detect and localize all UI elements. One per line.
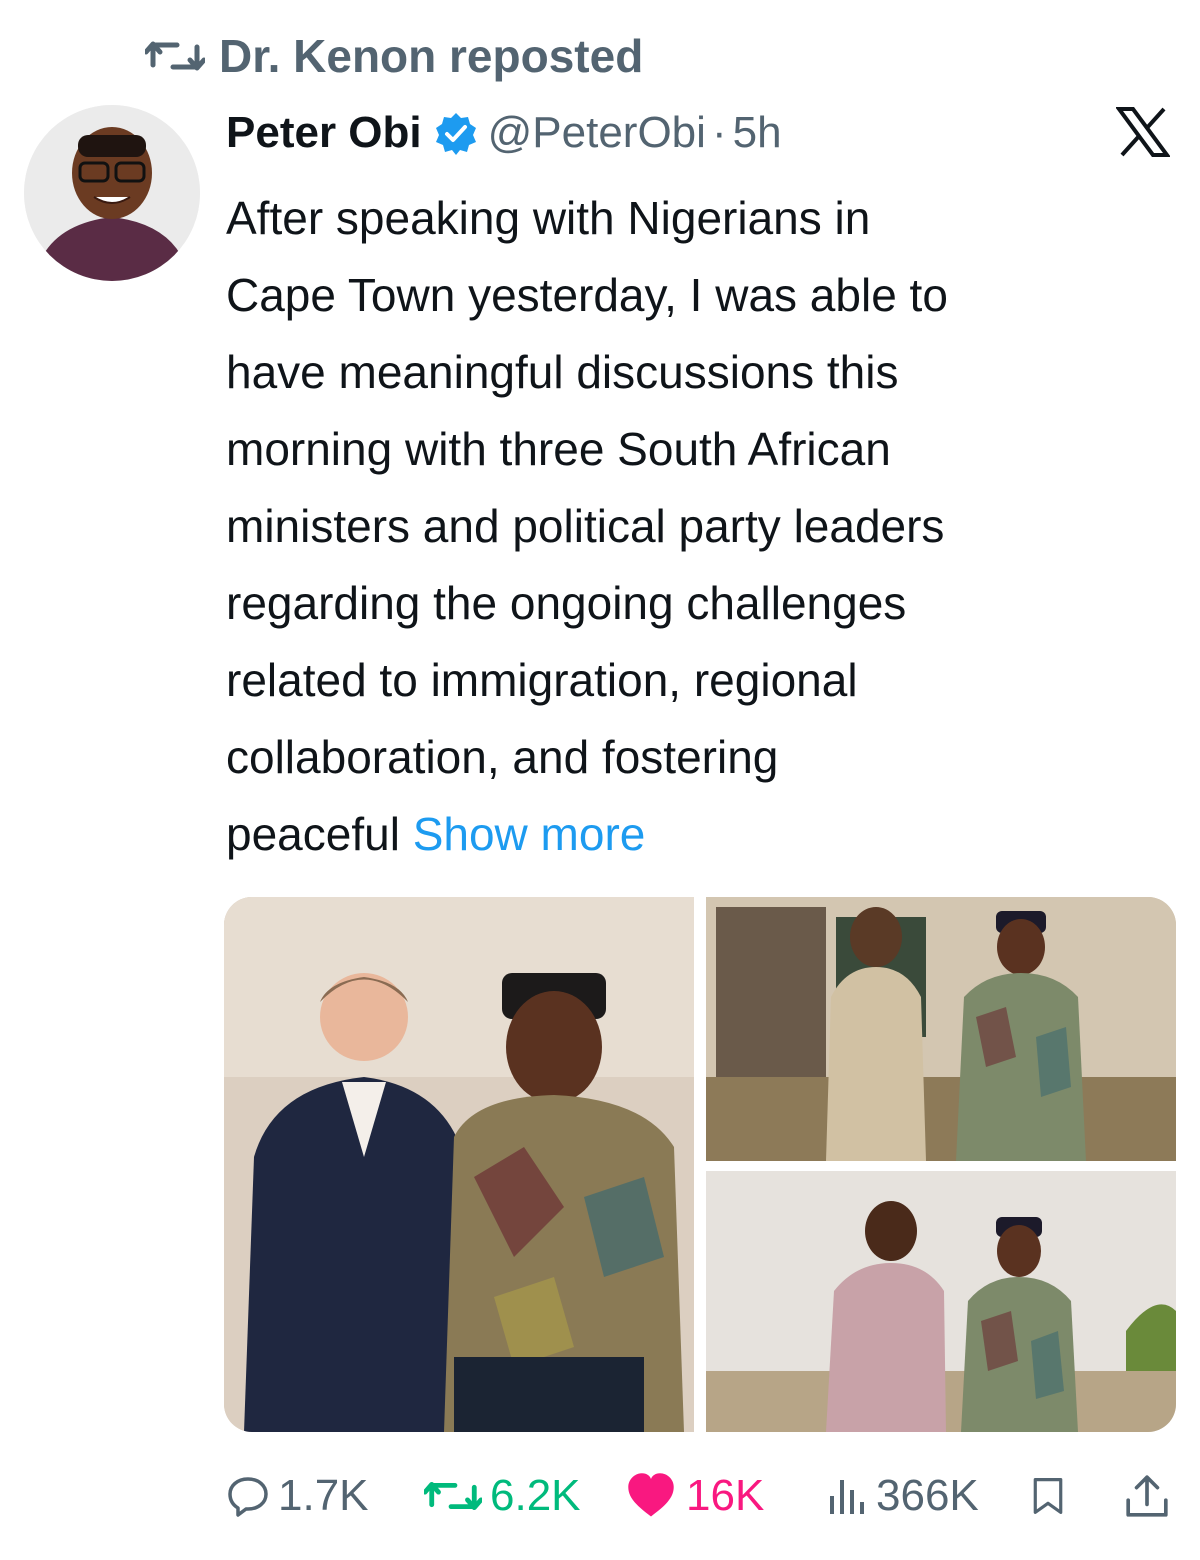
retweet-icon <box>424 1481 482 1511</box>
author-name[interactable]: Peter Obi <box>226 108 422 158</box>
tweet-time[interactable]: 5h <box>733 108 782 158</box>
like-button[interactable]: 16K <box>624 1465 764 1527</box>
reply-count: 1.7K <box>278 1471 369 1520</box>
share-button[interactable] <box>1124 1465 1178 1527</box>
avatar[interactable] <box>24 105 200 281</box>
author-handle[interactable]: @PeterObi <box>488 108 706 158</box>
photo-3[interactable] <box>706 1171 1176 1432</box>
share-icon <box>1126 1475 1168 1517</box>
repost-label: Dr. Kenon reposted <box>219 30 644 82</box>
bookmark-icon <box>1033 1478 1063 1514</box>
photo-icon <box>706 1171 1176 1432</box>
reply-button[interactable]: 1.7K <box>226 1465 369 1527</box>
views-button[interactable]: 366K <box>824 1465 979 1527</box>
media-grid <box>224 897 1176 1432</box>
photo-icon <box>224 897 694 1432</box>
repost-header[interactable]: Dr. Kenon reposted <box>145 28 643 84</box>
action-bar: 1.7K 6.2K 16K 366K <box>226 1465 1176 1527</box>
tweet-body: After speaking with Nigerians in Cape To… <box>226 192 948 860</box>
reply-icon <box>228 1477 268 1517</box>
photo-icon <box>706 897 1176 1161</box>
photo-1[interactable] <box>224 897 694 1432</box>
analytics-icon <box>830 1480 864 1514</box>
tweet-text: After speaking with Nigerians in Cape To… <box>226 180 1176 873</box>
x-logo-icon <box>1116 107 1170 157</box>
photo-2[interactable] <box>706 897 1176 1161</box>
retweet-count: 6.2K <box>490 1471 581 1520</box>
like-count: 16K <box>686 1471 765 1520</box>
view-count: 366K <box>876 1471 979 1520</box>
verified-badge-icon <box>435 113 476 155</box>
tweet-header: Peter Obi @PeterObi · 5h <box>226 103 1170 163</box>
separator-dot: · <box>711 108 727 157</box>
heart-icon <box>628 1473 674 1517</box>
show-more-link[interactable]: Show more <box>413 808 646 860</box>
retweet-button[interactable]: 6.2K <box>424 1465 581 1527</box>
bookmark-button[interactable] <box>1028 1465 1076 1527</box>
retweet-icon <box>145 41 205 71</box>
